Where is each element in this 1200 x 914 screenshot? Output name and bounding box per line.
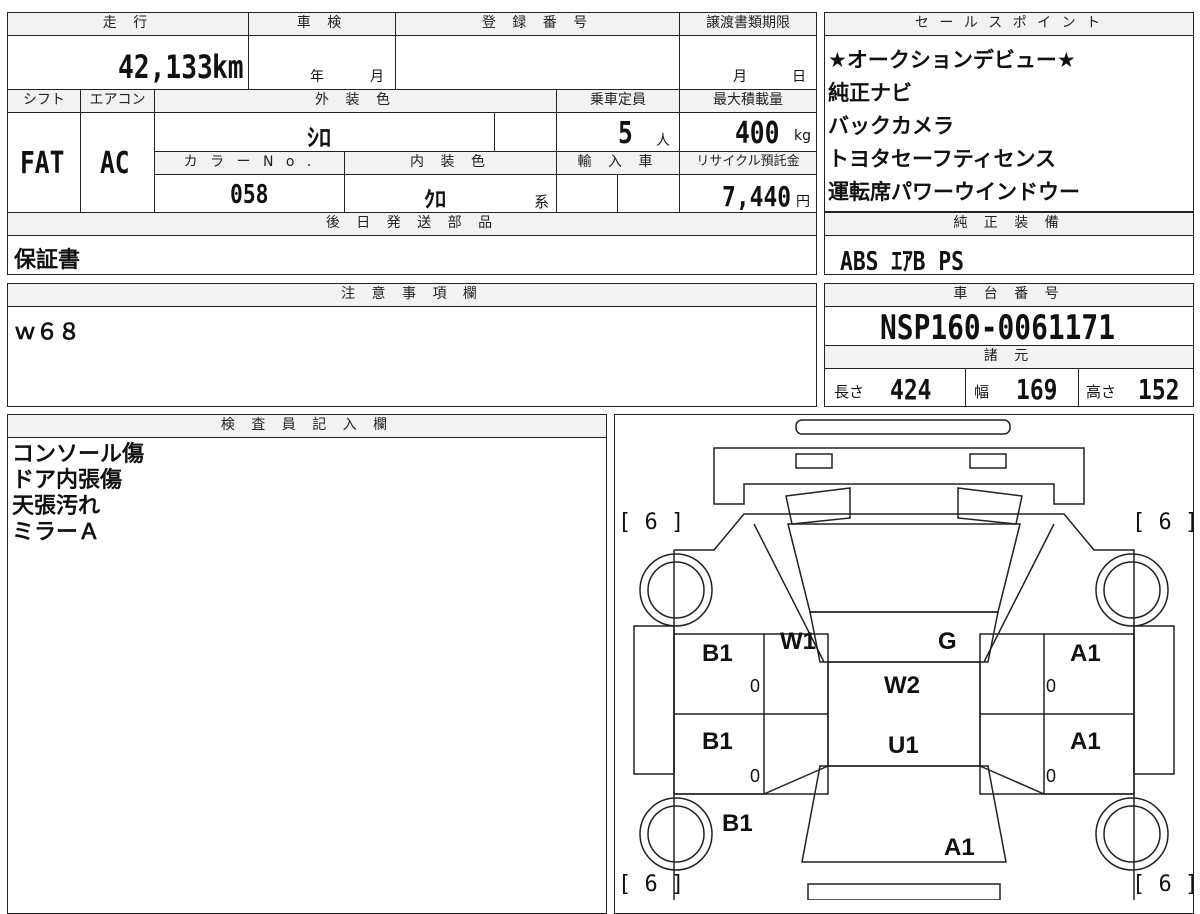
notes-header: 注 意 事 項 欄 [7, 283, 817, 307]
later-parts-value: 保証書 [14, 248, 81, 273]
front-left-door-sub: 0 [750, 676, 761, 696]
car-body-outline [633, 419, 1175, 900]
inspector-note-item: コンソール傷 [12, 442, 145, 467]
reg-no-header: 登 録 番 号 [395, 12, 680, 36]
rear-right-door-sub: 0 [1046, 766, 1057, 786]
exterior-color-value: ｼﾛ [307, 124, 331, 152]
left-rear-fender-mark: B1 [722, 810, 753, 837]
genuine-equipment-header: 純 正 装 備 [824, 212, 1194, 236]
max-load-header: 最大積載量 [679, 89, 817, 113]
shift-value: FAT [20, 146, 65, 181]
sales-point-item: ★オークションデビュー★ [828, 48, 1076, 72]
roof-rear-mark: U1 [888, 732, 919, 759]
inspector-note-item: 天張汚れ [12, 494, 101, 519]
interior-color-suffix: 系 [534, 193, 550, 211]
width-label: 幅 [974, 383, 990, 401]
roof-mark: W2 [884, 672, 920, 699]
max-load-value: 400 [735, 116, 780, 151]
windshield-mark: W1 [780, 628, 816, 655]
max-load-unit: kg [794, 128, 811, 144]
specs-header: 諸 元 [824, 345, 1194, 369]
tire-rear-left-label: [ 6 ] [618, 872, 685, 897]
chassis-no-header: 車 台 番 号 [824, 283, 1194, 307]
width-value: 169 [1016, 373, 1058, 406]
rear-right-door-mark: A1 [1070, 728, 1101, 755]
transfer-deadline-header: 譲渡書類期限 [679, 12, 817, 36]
recycle-value: 7,440 [722, 180, 792, 213]
aircon-value: AC [100, 146, 130, 181]
front-right-door-mark: A1 [1070, 640, 1101, 667]
shaken-year-unit: 年 [310, 69, 324, 85]
notes-value: ｗ６８ [14, 320, 81, 345]
genuine-equipment-value: ABS ｴｱB PS [840, 247, 965, 277]
sales-point-item: バックカメラ [828, 114, 954, 138]
sales-point-item: トヨタセーフティセンス [828, 147, 1057, 171]
interior-color-value: ｸﾛ [424, 188, 447, 213]
shift-header: シフト [7, 89, 81, 113]
capacity-header: 乗車定員 [556, 89, 680, 113]
right-rear-fender-mark: A1 [944, 834, 975, 861]
sales-point-item: 運転席パワーウインドウー [828, 180, 1080, 204]
shaken-header: 車 検 [248, 12, 396, 36]
mileage-value: 42,133 [118, 48, 213, 86]
color-no-header: カ ラ ー N o . [154, 151, 345, 175]
interior-color-header: 内 装 色 [344, 151, 557, 175]
tire-rear-right-label: [ 6 ] [1132, 872, 1199, 897]
tire-front-right-label: [ 6 ] [1132, 510, 1199, 535]
mileage-unit: km [212, 48, 244, 86]
inspector-notes-list: コンソール傷 ドア内張傷 天張汚れ ミラーＡ [12, 442, 592, 546]
height-label: 高さ [1086, 383, 1117, 401]
inspector-note-item: ミラーＡ [12, 520, 101, 545]
deadline-month-unit: 月 [733, 69, 747, 85]
capacity-value: 5 [618, 116, 633, 151]
sales-points-header: セ ー ル ス ポ イ ン ト [824, 12, 1194, 36]
inspector-note-item: ドア内張傷 [12, 468, 123, 493]
front-right-door-sub: 0 [1046, 676, 1057, 696]
aircon-header: エアコン [80, 89, 155, 113]
windshield-glass-mark: G [938, 628, 957, 655]
tire-front-left-label: [ 6 ] [618, 510, 685, 535]
recycle-header: リサイクル預託金 [679, 151, 817, 175]
color-no-value: 058 [230, 180, 269, 210]
rear-left-door-sub: 0 [750, 766, 761, 786]
import-header: 輸 入 車 [556, 151, 680, 175]
recycle-unit: 円 [796, 194, 810, 210]
front-left-door-mark: B1 [702, 640, 733, 667]
chassis-no-value: NSP160-0061171 [880, 308, 1115, 348]
height-value: 152 [1138, 373, 1180, 406]
shaken-month-unit: 月 [370, 69, 384, 85]
capacity-unit: 人 [656, 133, 670, 149]
later-parts-header: 後 日 発 送 部 品 [7, 212, 817, 236]
deadline-day-unit: 日 [792, 69, 806, 85]
sales-point-item: 純正ナビ [828, 81, 912, 105]
mileage-header: 走 行 [7, 12, 249, 36]
rear-left-door-mark: B1 [702, 728, 733, 755]
sales-points-list: ★オークションデビュー★ 純正ナビバックカメラトヨタセーフティセンス 運転席パワーウ… [828, 44, 1190, 209]
length-value: 424 [890, 373, 932, 406]
exterior-color-header: 外 装 色 [154, 89, 557, 113]
length-label: 長さ [834, 383, 865, 401]
inspector-header: 検 査 員 記 入 欄 [7, 414, 607, 438]
